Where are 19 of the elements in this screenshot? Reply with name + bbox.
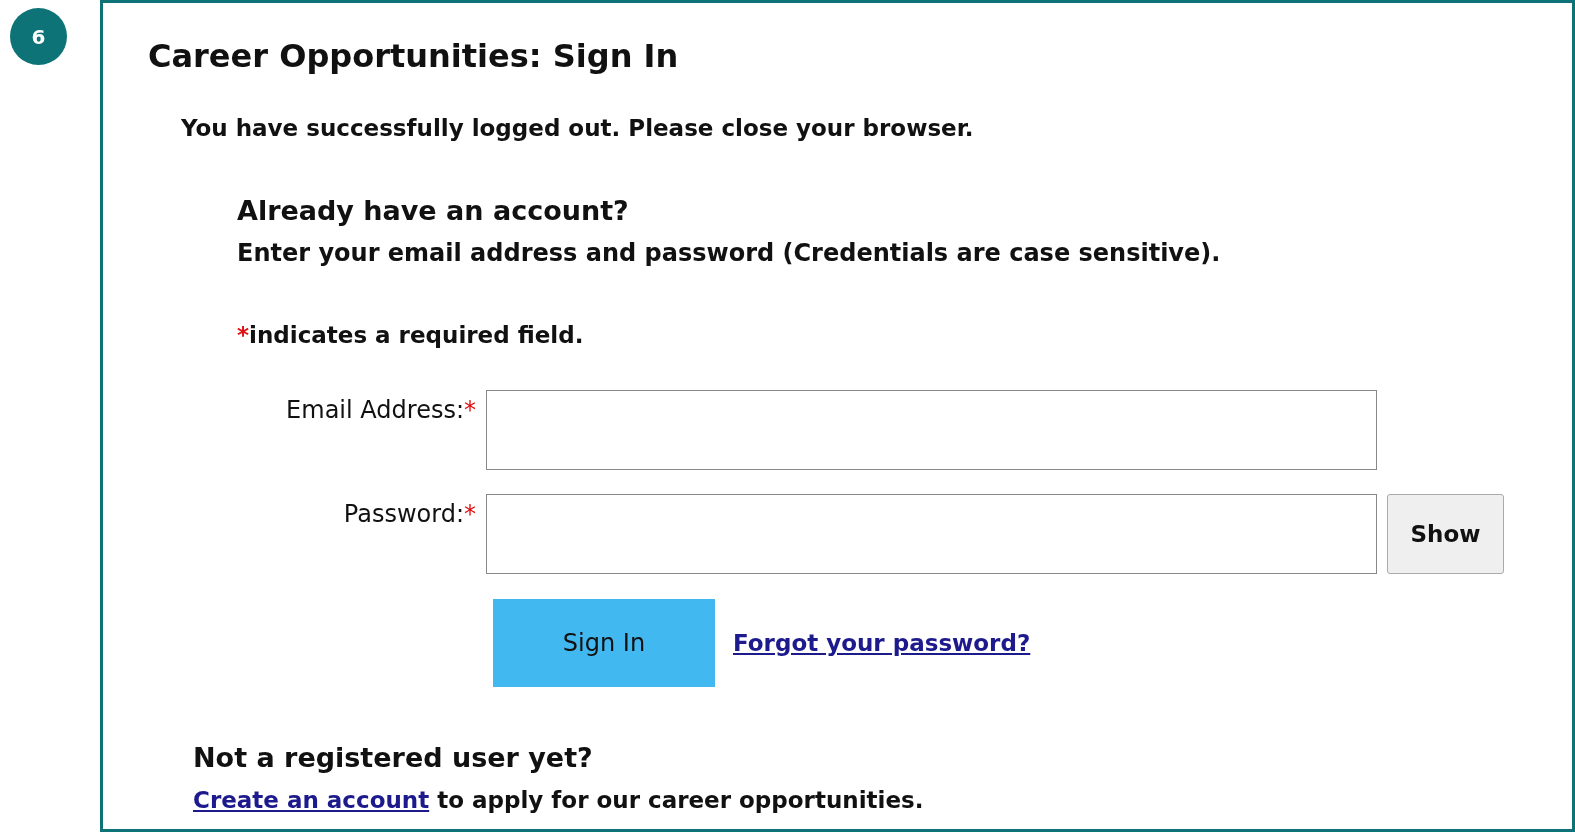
required-asterisk: * — [464, 396, 476, 424]
step-badge: 6 — [10, 8, 67, 65]
register-text: to apply for our career opportunities. — [436, 786, 924, 814]
field-label: Email Address: — [286, 396, 464, 424]
page-title: Career Opportunities: Sign In — [148, 38, 679, 74]
create-account-link[interactable]: Create an account — [193, 786, 430, 814]
forgot-password-link[interactable]: Forgot your password? — [733, 630, 1031, 656]
input-field[interactable] — [486, 494, 1377, 574]
input-field[interactable] — [486, 390, 1377, 470]
logout-message: You have successfully logged out. Please close your browser. — [181, 114, 974, 142]
required-asterisk: * — [464, 500, 476, 528]
sign-in-button[interactable]: Sign In — [493, 599, 715, 687]
instructions-text: Enter your email address and password (Credentials are case sensitive). — [237, 239, 1221, 267]
register-heading: Not a registered user yet? — [193, 742, 593, 774]
field-label: Password: — [343, 500, 464, 528]
required-note: indicates a required field. — [249, 321, 584, 349]
show-password-button[interactable]: Show — [1387, 494, 1504, 574]
required-asterisk: * — [237, 321, 250, 349]
section-heading: Already have an account? — [237, 195, 629, 227]
